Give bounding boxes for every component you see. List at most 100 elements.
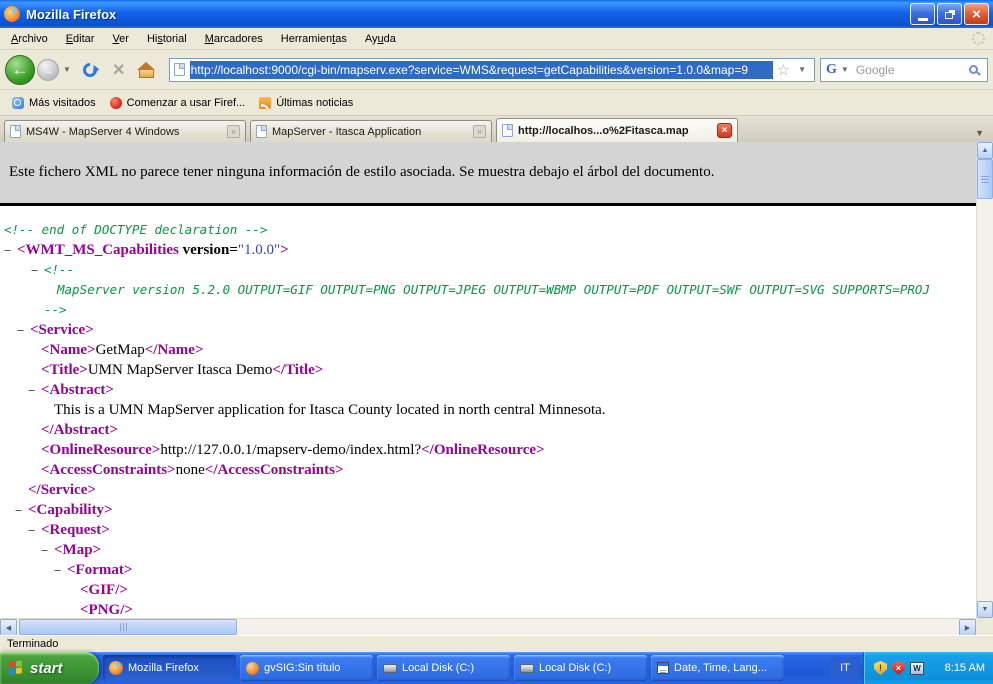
history-dropdown-icon[interactable]: ▼	[59, 65, 75, 74]
xml-line: MapServer version 5.2.0 OUTPUT=GIF OUTPU…	[0, 282, 976, 302]
bookmark-comenzar-a-usar-firef[interactable]: Comenzar a usar Firef...	[103, 94, 253, 112]
url-dropdown-icon[interactable]: ▼	[794, 65, 810, 74]
taskbar-button-label: Mozilla Firefox	[128, 662, 199, 674]
start-button[interactable]: start	[0, 652, 99, 684]
page-icon	[502, 124, 513, 137]
menu-item-ayuda[interactable]: Ayuda	[356, 30, 405, 48]
start-label: start	[30, 660, 63, 677]
menu-item-marcadores[interactable]: Marcadores	[196, 30, 272, 48]
restore-button[interactable]	[937, 3, 962, 25]
minimize-button[interactable]	[910, 3, 935, 25]
bookmark-ultimas-noticias[interactable]: Últimas noticias	[252, 94, 360, 112]
menu-item-editar[interactable]: Editar	[57, 30, 104, 48]
taskbar-button-gvsig-sin-titulo-2[interactable]: gvSIG:Sin título	[240, 655, 373, 681]
scroll-up-icon[interactable]: ▲	[977, 142, 993, 159]
xml-tag: </Title>	[272, 362, 323, 378]
url-input[interactable]: http://localhost:9000/cgi-bin/mapserv.ex…	[190, 61, 773, 79]
menu-item-historial[interactable]: Historial	[138, 30, 196, 48]
tab-close-button[interactable]: ×	[473, 125, 486, 138]
xml-tag: </OnlineResource>	[421, 442, 544, 458]
xml-line-content: <Map>	[0, 542, 101, 559]
url-field[interactable]: http://localhost:9000/cgi-bin/mapserv.ex…	[169, 58, 815, 82]
collapse-toggle[interactable]: −	[4, 243, 11, 259]
close-button[interactable]: ×	[964, 3, 989, 25]
horizontal-scroll-track[interactable]	[237, 619, 959, 635]
search-engine-dropdown-icon[interactable]: ▼	[837, 65, 853, 74]
vertical-scroll-track[interactable]	[977, 199, 993, 601]
xml-tag: <Format>	[67, 562, 132, 578]
xml-tag: <Map>	[54, 542, 101, 558]
xml-line-content: </Abstract>	[0, 422, 118, 439]
bookmark-star-icon[interactable]: ☆	[773, 61, 794, 79]
firefox-window: Mozilla Firefox × ArchivoEditarVerHistor…	[0, 0, 993, 684]
collapse-toggle[interactable]: −	[41, 543, 48, 559]
security-warning-icon[interactable]: ×	[892, 661, 905, 675]
tab-close-button[interactable]: ×	[227, 125, 240, 138]
window-title: Mozilla Firefox	[26, 7, 908, 22]
taskbar-button-local-disk-c-4[interactable]: Local Disk (C:)	[514, 655, 647, 681]
xml-line: −<!--	[0, 262, 976, 282]
tab-2[interactable]: MapServer - Itasca Application×	[250, 120, 492, 142]
vnc-icon[interactable]: W	[910, 662, 924, 675]
security-alert-icon[interactable]: !	[874, 661, 887, 675]
xml-line-content: <Abstract>	[0, 382, 114, 399]
xml-line: −<Service>	[0, 322, 976, 342]
search-field[interactable]: G ▼ Google	[820, 58, 988, 82]
taskbar: start Mozilla FirefoxgvSIG:Sin títuloLoc…	[0, 652, 993, 684]
firefox-icon	[109, 661, 123, 675]
scroll-left-icon[interactable]: ◀	[0, 619, 17, 636]
scroll-right-icon[interactable]: ▶	[959, 619, 976, 636]
xml-tag: <Abstract>	[41, 382, 114, 398]
xml-line: <GIF/>	[0, 582, 976, 602]
xml-line-content: <Service>	[0, 322, 94, 339]
menu-item-ver[interactable]: Ver	[103, 30, 138, 48]
taskbar-button-mozilla-firefox-1[interactable]: Mozilla Firefox	[103, 655, 236, 681]
collapse-toggle[interactable]: −	[17, 323, 24, 339]
bookmark-mas-visitados[interactable]: Más visitados	[5, 94, 103, 112]
menu-bar: ArchivoEditarVerHistorialMarcadoresHerra…	[0, 28, 993, 50]
xml-line: <AccessConstraints>none</AccessConstrain…	[0, 462, 976, 482]
xml-tag: </AccessConstraints>	[205, 462, 344, 478]
menu-item-herramientas[interactable]: Herramientas	[272, 30, 356, 48]
restore-icon	[945, 12, 953, 19]
search-icon[interactable]	[969, 65, 978, 74]
reload-button[interactable]	[80, 60, 100, 80]
datetime-icon	[657, 662, 669, 674]
horizontal-scrollbar[interactable]: ◀ ▶	[0, 618, 976, 635]
forward-button[interactable]: →	[37, 59, 59, 81]
stop-button[interactable]: ×	[105, 60, 133, 80]
xml-line: <PNG/>	[0, 602, 976, 618]
scroll-down-icon[interactable]: ▼	[977, 601, 993, 618]
taskbar-button-label: Date, Time, Lang...	[674, 662, 767, 674]
tab-list-dropdown-icon[interactable]: ▼	[969, 124, 990, 142]
language-indicator[interactable]: IT	[830, 657, 860, 679]
menu-item-archivo[interactable]: Archivo	[2, 30, 57, 48]
tab-1[interactable]: MS4W - MapServer 4 Windows×	[4, 120, 246, 142]
collapse-toggle[interactable]: −	[28, 523, 35, 539]
search-input[interactable]: Google	[856, 63, 969, 77]
collapse-toggle[interactable]: −	[54, 563, 61, 579]
xml-tree: <!-- end of DOCTYPE declaration -->−<WMT…	[0, 206, 976, 618]
taskbar-button-local-disk-c-3[interactable]: Local Disk (C:)	[377, 655, 510, 681]
xml-line: <Title>UMN MapServer Itasca Demo</Title>	[0, 362, 976, 382]
xml-line-content: <!-- end of DOCTYPE declaration -->	[0, 222, 267, 239]
vertical-scrollbar[interactable]: ▲ ▼	[976, 142, 993, 618]
collapse-toggle[interactable]: −	[31, 263, 38, 279]
horizontal-scroll-thumb[interactable]	[19, 619, 237, 635]
back-button[interactable]: ←	[5, 55, 35, 85]
page-icon	[256, 125, 267, 138]
tab-close-button[interactable]: ×	[717, 123, 732, 138]
taskbar-button-date-time-lang-5[interactable]: Date, Time, Lang...	[651, 655, 784, 681]
xml-val: "1.0.0"	[238, 242, 280, 258]
xml-line-content: <PNG/>	[0, 602, 133, 618]
system-tray: ! × W 8:15 AM	[863, 652, 993, 684]
vertical-scroll-thumb[interactable]	[977, 159, 993, 199]
home-button[interactable]	[139, 69, 154, 78]
xml-tag: >	[280, 242, 289, 258]
collapse-toggle[interactable]: −	[15, 503, 22, 519]
tab-title: http://localhos...o%2Fitasca.map	[518, 125, 712, 137]
xml-text: none	[176, 462, 205, 478]
clock[interactable]: 8:15 AM	[945, 662, 985, 674]
collapse-toggle[interactable]: −	[28, 383, 35, 399]
tab-3[interactable]: http://localhos...o%2Fitasca.map ×	[496, 118, 738, 142]
